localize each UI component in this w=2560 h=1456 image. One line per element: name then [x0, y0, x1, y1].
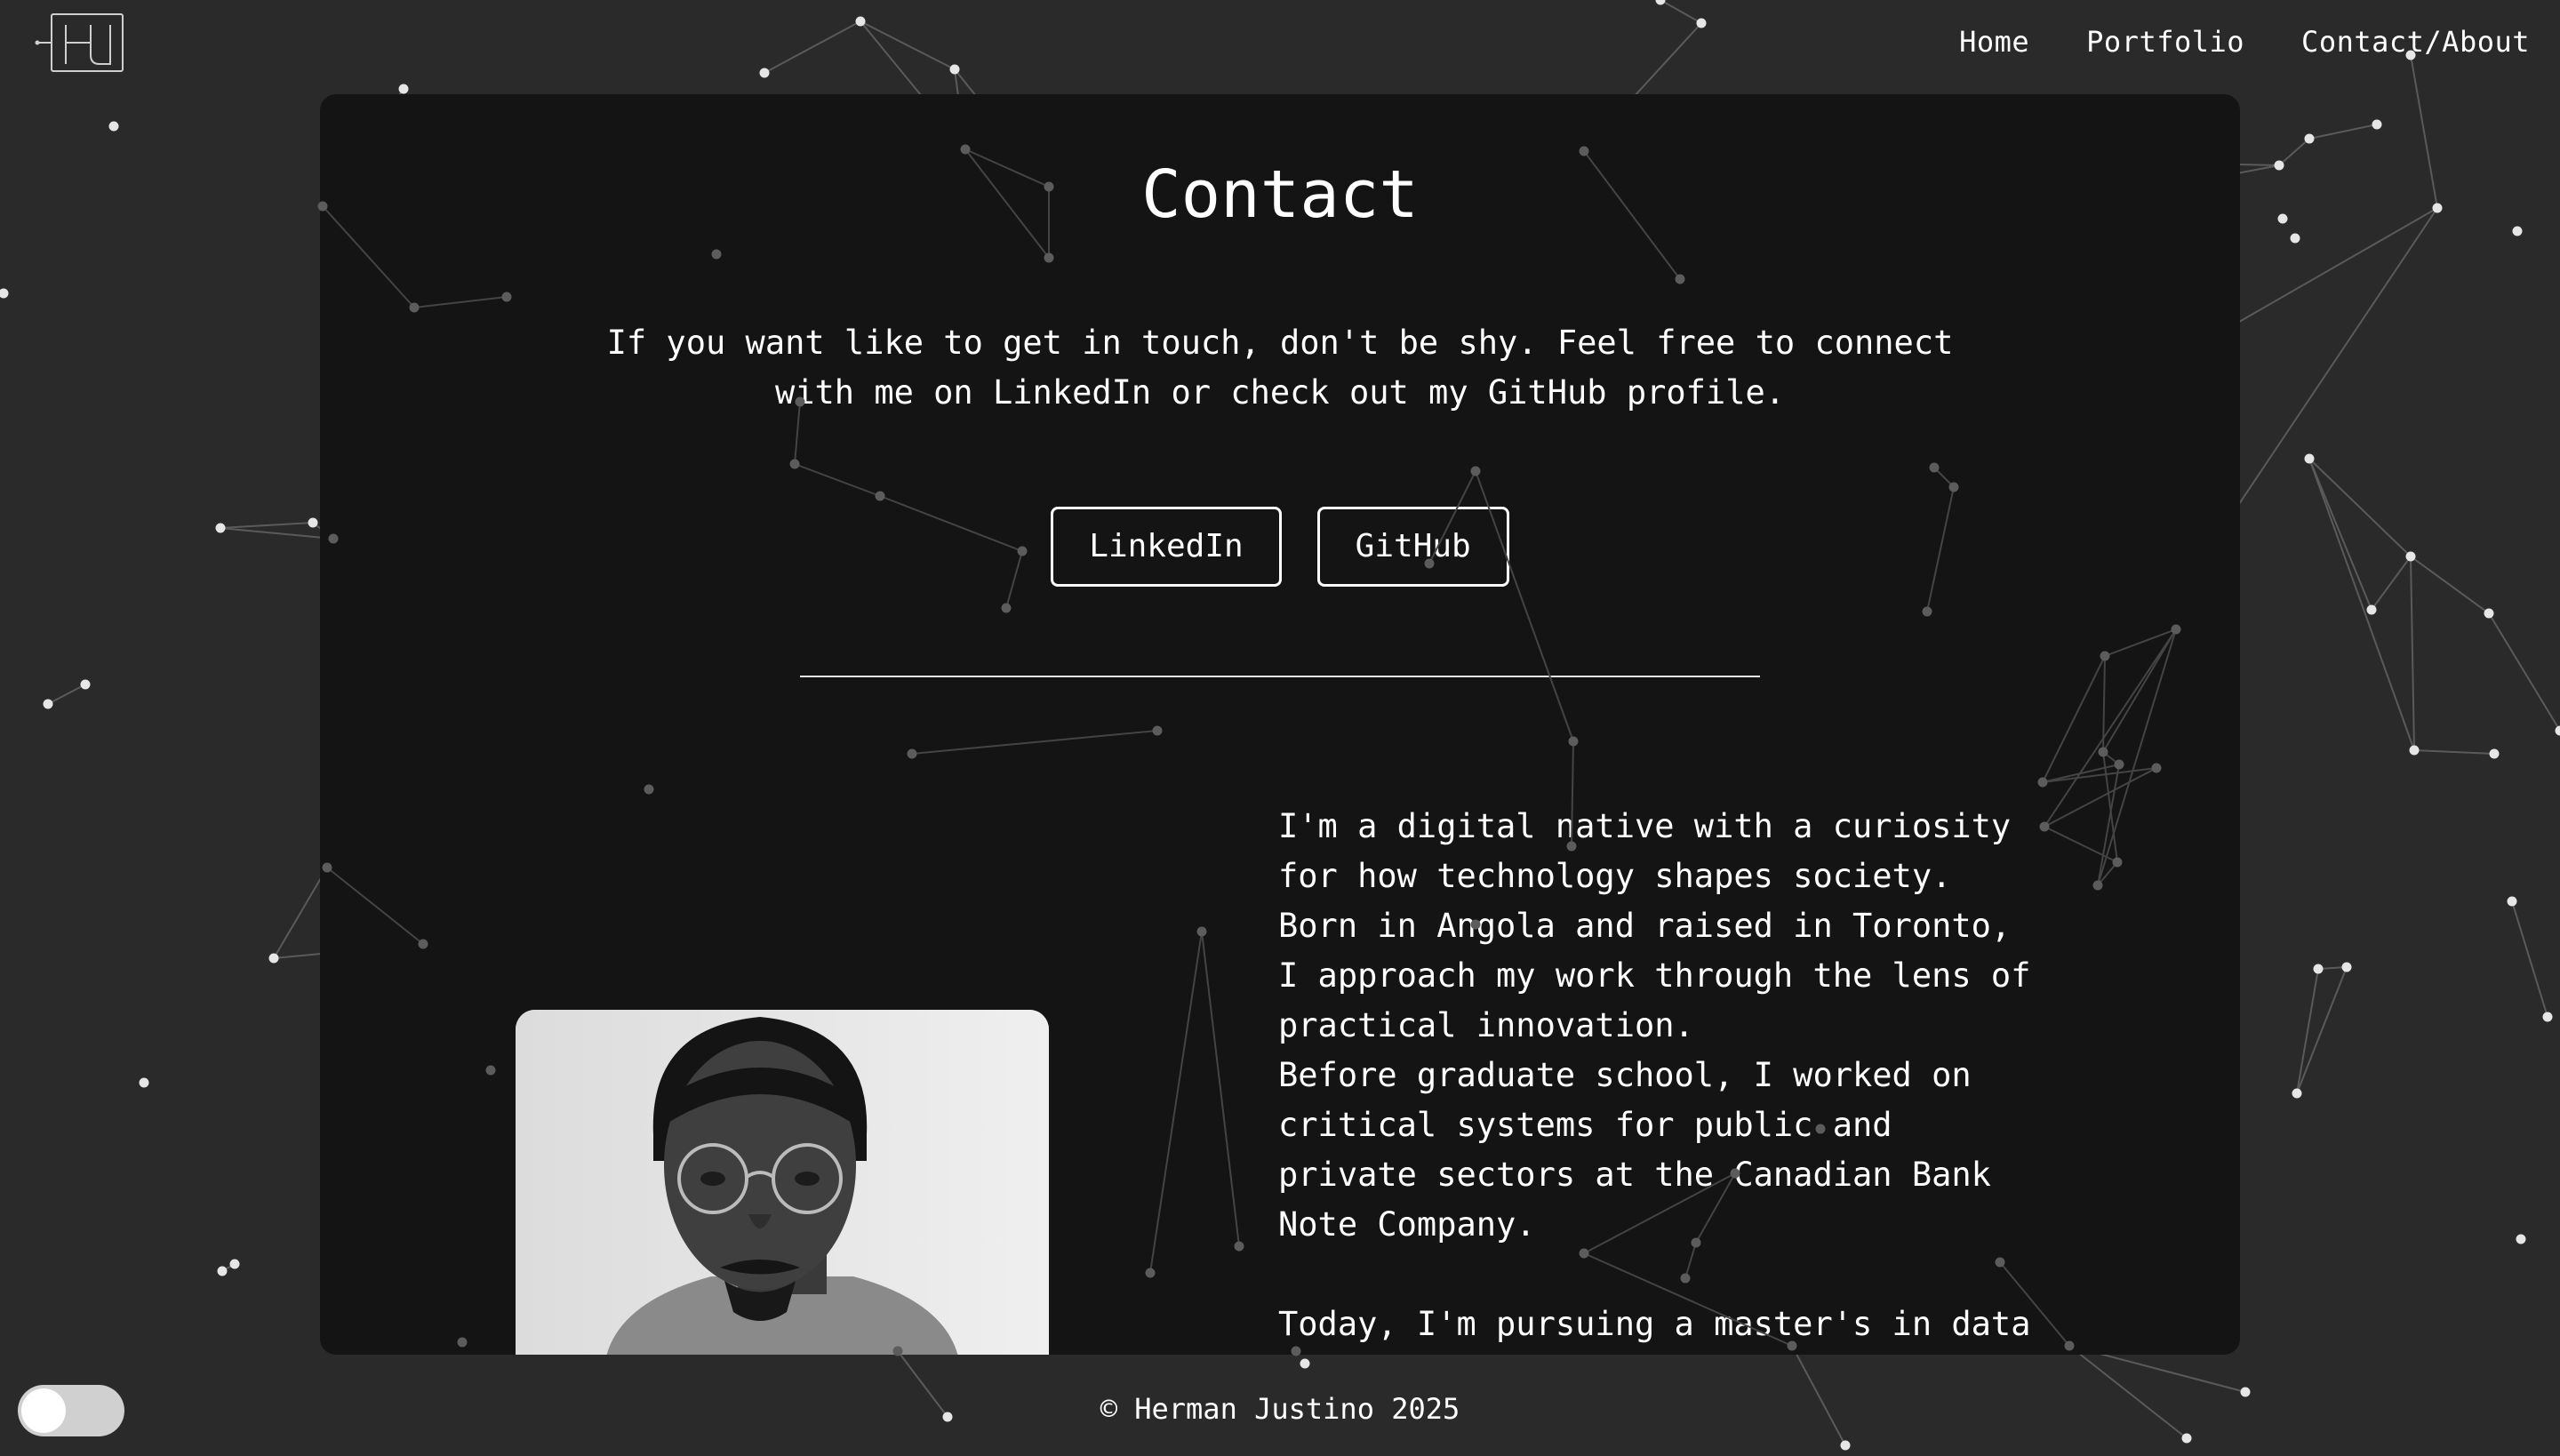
network-node	[1840, 1440, 1851, 1451]
content-panel: Contact If you want like to get in touch…	[320, 94, 2240, 1355]
network-line	[764, 20, 861, 74]
network-node	[2555, 725, 2560, 736]
network-node	[139, 1077, 149, 1088]
network-line	[2410, 556, 2415, 751]
network-node	[1300, 1358, 1310, 1369]
network-node	[1655, 0, 1666, 5]
network-line	[2308, 458, 2415, 751]
network-node	[2277, 213, 2288, 224]
nav-contact-about[interactable]: Contact/About	[2301, 25, 2530, 59]
main-nav: Home Portfolio Contact/About	[1959, 25, 2530, 59]
network-node	[80, 679, 91, 690]
network-line	[2413, 749, 2495, 755]
network-node	[268, 953, 279, 964]
network-node	[2181, 1433, 2192, 1444]
network-line	[2410, 54, 2438, 209]
network-line	[2308, 458, 2372, 611]
about-paragraph-2: Today, I'm pursuing a master's in data	[1278, 1305, 2031, 1343]
network-node	[2366, 604, 2377, 615]
network-node	[2341, 962, 2352, 972]
network-node	[217, 1266, 228, 1276]
nav-portfolio[interactable]: Portfolio	[2086, 25, 2244, 59]
network-node	[2372, 119, 2382, 130]
network-node	[398, 84, 409, 94]
network-node	[855, 16, 866, 27]
network-line	[2511, 900, 2548, 1018]
network-node	[229, 1259, 240, 1269]
hj-logo[interactable]	[34, 11, 126, 75]
network-line	[220, 527, 334, 540]
network-node	[1696, 18, 1707, 28]
network-node	[2304, 133, 2315, 144]
network-line	[1660, 0, 1702, 24]
network-line	[2308, 458, 2412, 557]
network-line	[2308, 124, 2378, 140]
network-line	[47, 684, 86, 705]
network-node	[215, 523, 226, 533]
social-buttons: LinkedIn GitHub	[320, 507, 2240, 587]
network-node	[2292, 1088, 2302, 1099]
network-line	[2278, 138, 2310, 166]
network-node	[2405, 551, 2416, 562]
network-line	[2296, 968, 2319, 1094]
footer: © Herman Justino 2025	[1100, 1392, 1460, 1426]
network-node	[2409, 745, 2420, 756]
network-node	[108, 121, 119, 132]
network-node	[2304, 453, 2315, 464]
network-node	[2507, 896, 2517, 907]
network-node	[2512, 226, 2523, 236]
network-line	[220, 522, 314, 529]
network-node	[2516, 1234, 2526, 1244]
network-line	[2296, 966, 2348, 1094]
network-line	[2410, 556, 2490, 614]
page-title: Contact	[1141, 156, 1419, 233]
network-node	[2484, 608, 2494, 619]
network-node	[308, 517, 318, 528]
about-text: I'm a digital native with a curiosity fo…	[1278, 802, 2043, 1349]
network-node	[2432, 203, 2443, 213]
section-divider	[800, 676, 1760, 677]
network-node	[2274, 160, 2284, 171]
network-line	[2488, 612, 2560, 732]
network-node	[2313, 964, 2324, 974]
nav-home[interactable]: Home	[1959, 25, 2029, 59]
network-node	[759, 68, 770, 78]
contact-intro: If you want like to get in touch, don't …	[606, 324, 1954, 412]
network-line	[273, 867, 328, 959]
network-node	[2290, 233, 2300, 244]
network-line	[860, 20, 956, 70]
network-node	[0, 288, 9, 299]
network-node	[949, 64, 960, 75]
github-button[interactable]: GitHub	[1316, 507, 1509, 587]
network-node	[2542, 1012, 2553, 1022]
network-line	[2371, 556, 2412, 611]
network-node	[2489, 748, 2500, 759]
about-paragraph-1: I'm a digital native with a curiosity fo…	[1278, 807, 2031, 1244]
linkedin-button[interactable]: LinkedIn	[1051, 507, 1282, 587]
profile-photo	[516, 1010, 1049, 1355]
network-node	[43, 699, 53, 709]
